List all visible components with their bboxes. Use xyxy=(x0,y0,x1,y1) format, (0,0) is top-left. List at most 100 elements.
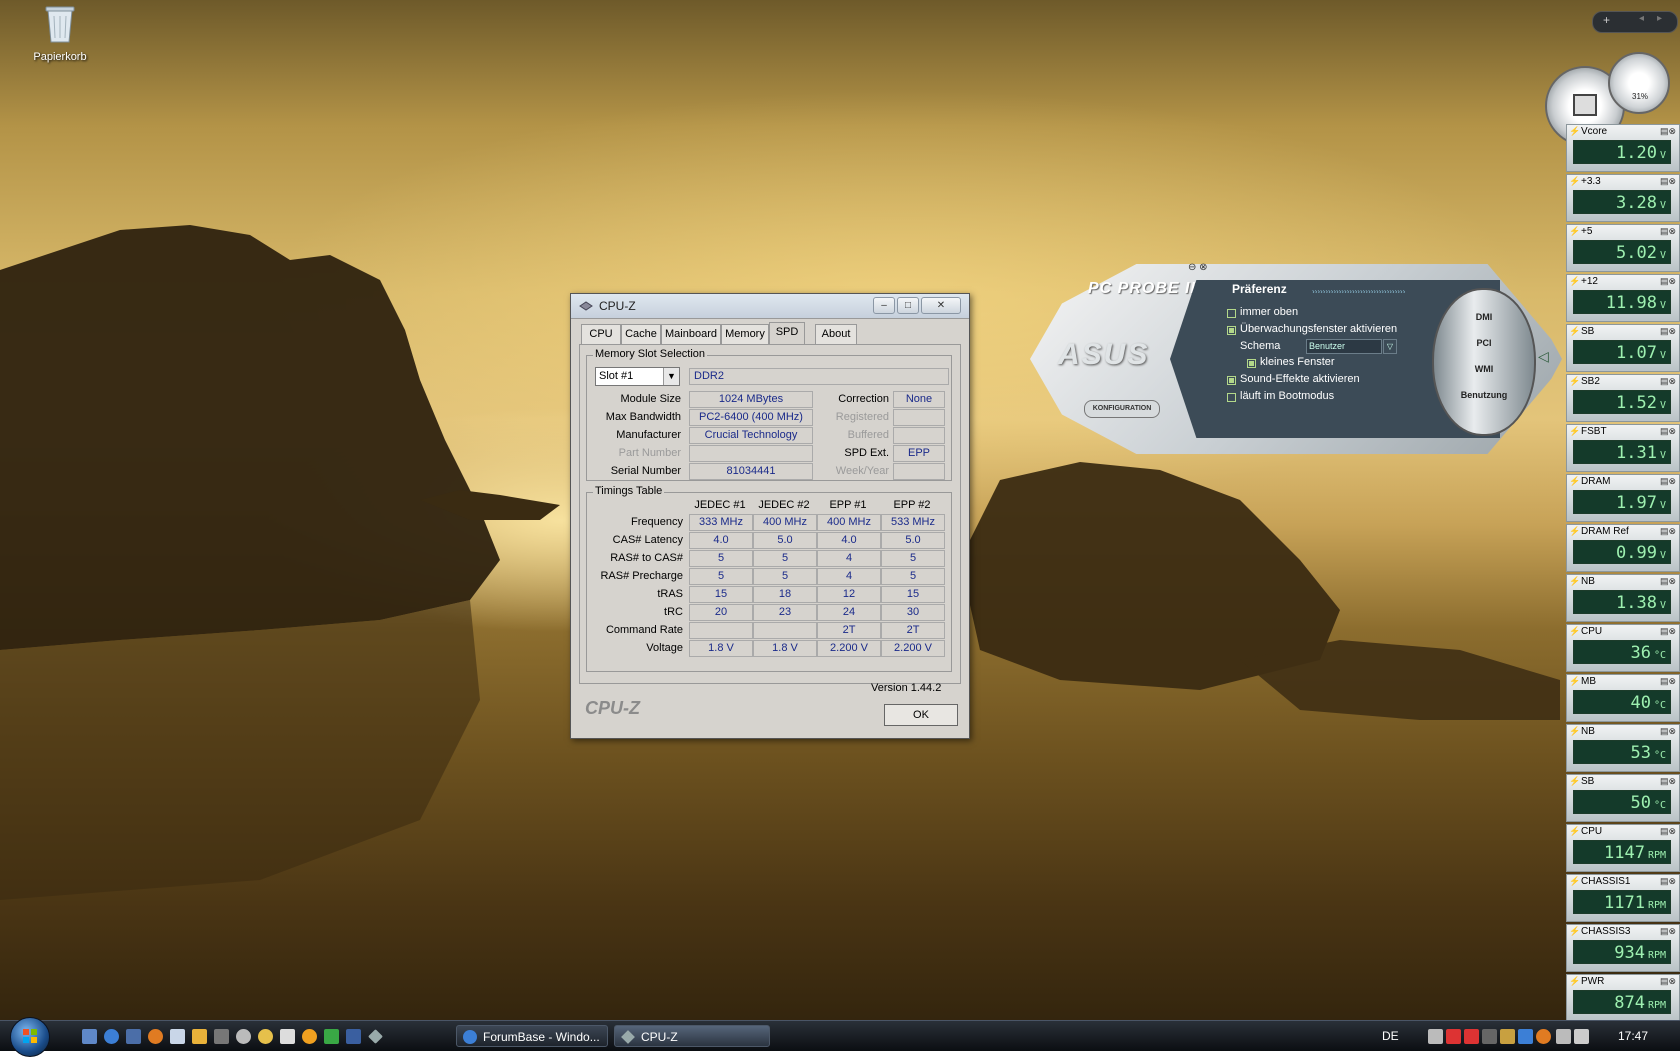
sensor-panel[interactable]: ⚡ +3.3 ▤⊗ 3.28 V xyxy=(1566,174,1680,222)
internet-explorer-icon[interactable] xyxy=(104,1029,119,1044)
document-icon[interactable] xyxy=(170,1029,185,1044)
sensor-panel[interactable]: ⚡ SB ▤⊗ 50 °C xyxy=(1566,774,1680,822)
settings-icon[interactable] xyxy=(214,1029,229,1044)
tray-app-icon[interactable] xyxy=(1482,1029,1497,1044)
checkbox-always-on-top[interactable] xyxy=(1227,309,1236,318)
sensor-panel[interactable]: ⚡ +5 ▤⊗ 5.02 V xyxy=(1566,224,1680,272)
maximize-button[interactable]: □ xyxy=(897,297,919,314)
sensor-panel[interactable]: ⚡ CPU ▤⊗ 1147 RPM xyxy=(1566,824,1680,872)
sensor-panel[interactable]: ⚡ DRAM Ref ▤⊗ 0.99 V xyxy=(1566,524,1680,572)
next-icon[interactable]: ▸ xyxy=(1657,13,1662,24)
tray-display-icon[interactable] xyxy=(1556,1029,1571,1044)
tray-folder-icon[interactable] xyxy=(1500,1029,1515,1044)
volume-icon[interactable] xyxy=(1574,1029,1589,1044)
show-desktop-icon[interactable] xyxy=(82,1029,97,1044)
sensor-settings-close-icon[interactable]: ▤⊗ xyxy=(1660,426,1676,437)
sensor-settings-close-icon[interactable]: ▤⊗ xyxy=(1660,676,1676,687)
smiley-icon[interactable] xyxy=(258,1029,273,1044)
dmi-button[interactable]: DMI xyxy=(1442,312,1526,322)
sidebar-nav[interactable]: + ◂ ▸ xyxy=(1592,11,1678,33)
sensor-settings-close-icon[interactable]: ▤⊗ xyxy=(1660,376,1676,387)
sensor-panel[interactable]: ⚡ CPU ▤⊗ 36 °C xyxy=(1566,624,1680,672)
task-cpuz[interactable]: CPU-Z xyxy=(614,1025,770,1047)
calculator-icon[interactable] xyxy=(280,1029,295,1044)
sensor-panel[interactable]: ⚡ CHASSIS1 ▤⊗ 1171 RPM xyxy=(1566,874,1680,922)
media-player-icon[interactable] xyxy=(192,1029,207,1044)
sensor-settings-close-icon[interactable]: ▤⊗ xyxy=(1660,176,1676,187)
prev-icon[interactable]: ◂ xyxy=(1639,13,1644,24)
sensor-panel[interactable]: ⚡ DRAM ▤⊗ 1.97 V xyxy=(1566,474,1680,522)
sensor-panel[interactable]: ⚡ MB ▤⊗ 40 °C xyxy=(1566,674,1680,722)
ok-button[interactable]: OK xyxy=(884,704,958,726)
firefox-icon[interactable] xyxy=(148,1029,163,1044)
green-app-icon[interactable] xyxy=(324,1029,339,1044)
sensor-panel[interactable]: ⚡ NB ▤⊗ 1.38 V xyxy=(1566,574,1680,622)
sensor-settings-close-icon[interactable]: ▤⊗ xyxy=(1660,876,1676,887)
sensor-panel[interactable]: ⚡ PWR ▤⊗ 874 RPM xyxy=(1566,974,1680,1022)
pc-probe-window[interactable]: PC PROBE II ASUS KONFIGURATION ⊖ ⊗ Präfe… xyxy=(1030,260,1562,458)
task-forumbase[interactable]: ForumBase - Windo... xyxy=(456,1025,608,1047)
language-indicator[interactable]: DE xyxy=(1382,1021,1399,1051)
schema-select[interactable]: Benutzer ▽ xyxy=(1306,339,1397,354)
slot-select[interactable]: Slot #1 ▼ xyxy=(595,367,680,386)
tab-cache[interactable]: Cache xyxy=(621,324,661,344)
cpuz-quicklaunch-icon[interactable] xyxy=(368,1029,383,1044)
disc-icon[interactable] xyxy=(236,1029,251,1044)
sensor-panel[interactable]: ⚡ SB ▤⊗ 1.07 V xyxy=(1566,324,1680,372)
clock[interactable]: 17:47 xyxy=(1618,1021,1648,1051)
sensor-settings-close-icon[interactable]: ▤⊗ xyxy=(1660,126,1676,137)
sensor-settings-close-icon[interactable]: ▤⊗ xyxy=(1660,726,1676,737)
tab-about[interactable]: About xyxy=(815,324,857,344)
benutzung-button[interactable]: Benutzung xyxy=(1442,390,1526,400)
slot-select-value: Slot #1 xyxy=(599,370,634,382)
cpuz-titlebar[interactable]: CPU-Z – □ ✕ xyxy=(571,294,969,319)
monitor-icon[interactable] xyxy=(346,1029,361,1044)
sensor-settings-close-icon[interactable]: ▤⊗ xyxy=(1660,976,1676,987)
timing-cell: 12 xyxy=(817,586,881,603)
add-gadget-icon[interactable]: + xyxy=(1603,13,1610,27)
sensor-settings-close-icon[interactable]: ▤⊗ xyxy=(1660,276,1676,287)
tray-update-icon[interactable] xyxy=(1518,1029,1533,1044)
sensor-settings-close-icon[interactable]: ▤⊗ xyxy=(1660,626,1676,637)
sensor-settings-close-icon[interactable]: ▤⊗ xyxy=(1660,576,1676,587)
checkbox-sound-effects[interactable] xyxy=(1227,376,1236,385)
tray-security-icon[interactable] xyxy=(1446,1029,1461,1044)
sensor-settings-close-icon[interactable]: ▤⊗ xyxy=(1660,526,1676,537)
sensor-panel[interactable]: ⚡ SB2 ▤⊗ 1.52 V xyxy=(1566,374,1680,422)
sensor-settings-close-icon[interactable]: ▤⊗ xyxy=(1660,326,1676,337)
sensor-settings-close-icon[interactable]: ▤⊗ xyxy=(1660,826,1676,837)
computer-icon[interactable] xyxy=(126,1029,141,1044)
tray-alert-icon[interactable] xyxy=(1464,1029,1479,1044)
checkbox-monitor-window[interactable] xyxy=(1227,326,1236,335)
sensor-settings-close-icon[interactable]: ▤⊗ xyxy=(1660,226,1676,237)
recycle-bin-desktop-icon[interactable]: Papierkorb xyxy=(28,4,92,63)
cpuz-window[interactable]: CPU-Z – □ ✕ CPU Cache Mainboard Memory S… xyxy=(570,293,970,739)
sensor-panel[interactable]: ⚡ Vcore ▤⊗ 1.20 V xyxy=(1566,124,1680,172)
minimize-button[interactable]: – xyxy=(873,297,895,314)
checkbox-small-window[interactable] xyxy=(1247,359,1256,368)
sensor-panel[interactable]: ⚡ NB ▤⊗ 53 °C xyxy=(1566,724,1680,772)
sensor-settings-close-icon[interactable]: ▤⊗ xyxy=(1660,476,1676,487)
tab-memory[interactable]: Memory xyxy=(721,324,769,344)
checkbox-boot-mode[interactable] xyxy=(1227,393,1236,402)
tab-spd[interactable]: SPD xyxy=(769,322,805,345)
pci-button[interactable]: PCI xyxy=(1442,338,1526,348)
timing-cell: 5.0 xyxy=(881,532,945,549)
collapse-arrow-icon[interactable]: ◁ xyxy=(1538,348,1549,365)
sensor-panel[interactable]: ⚡ CHASSIS3 ▤⊗ 934 RPM xyxy=(1566,924,1680,972)
close-icon[interactable]: ⊗ xyxy=(1199,262,1207,273)
tab-cpu[interactable]: CPU xyxy=(581,324,621,344)
tab-mainboard[interactable]: Mainboard xyxy=(661,324,721,344)
close-button[interactable]: ✕ xyxy=(921,297,961,314)
tray-network-icon[interactable] xyxy=(1428,1029,1443,1044)
sensor-settings-close-icon[interactable]: ▤⊗ xyxy=(1660,776,1676,787)
info-icon[interactable] xyxy=(302,1029,317,1044)
sensor-panel[interactable]: ⚡ FSBT ▤⊗ 1.31 V xyxy=(1566,424,1680,472)
tray-firefox-icon[interactable] xyxy=(1536,1029,1551,1044)
start-button[interactable] xyxy=(10,1017,50,1057)
sensor-panel[interactable]: ⚡ +12 ▤⊗ 11.98 V xyxy=(1566,274,1680,322)
minimize-icon[interactable]: ⊖ xyxy=(1188,262,1196,273)
konfiguration-button[interactable]: KONFIGURATION xyxy=(1084,400,1160,418)
wmi-button[interactable]: WMI xyxy=(1442,364,1526,374)
sensor-settings-close-icon[interactable]: ▤⊗ xyxy=(1660,926,1676,937)
